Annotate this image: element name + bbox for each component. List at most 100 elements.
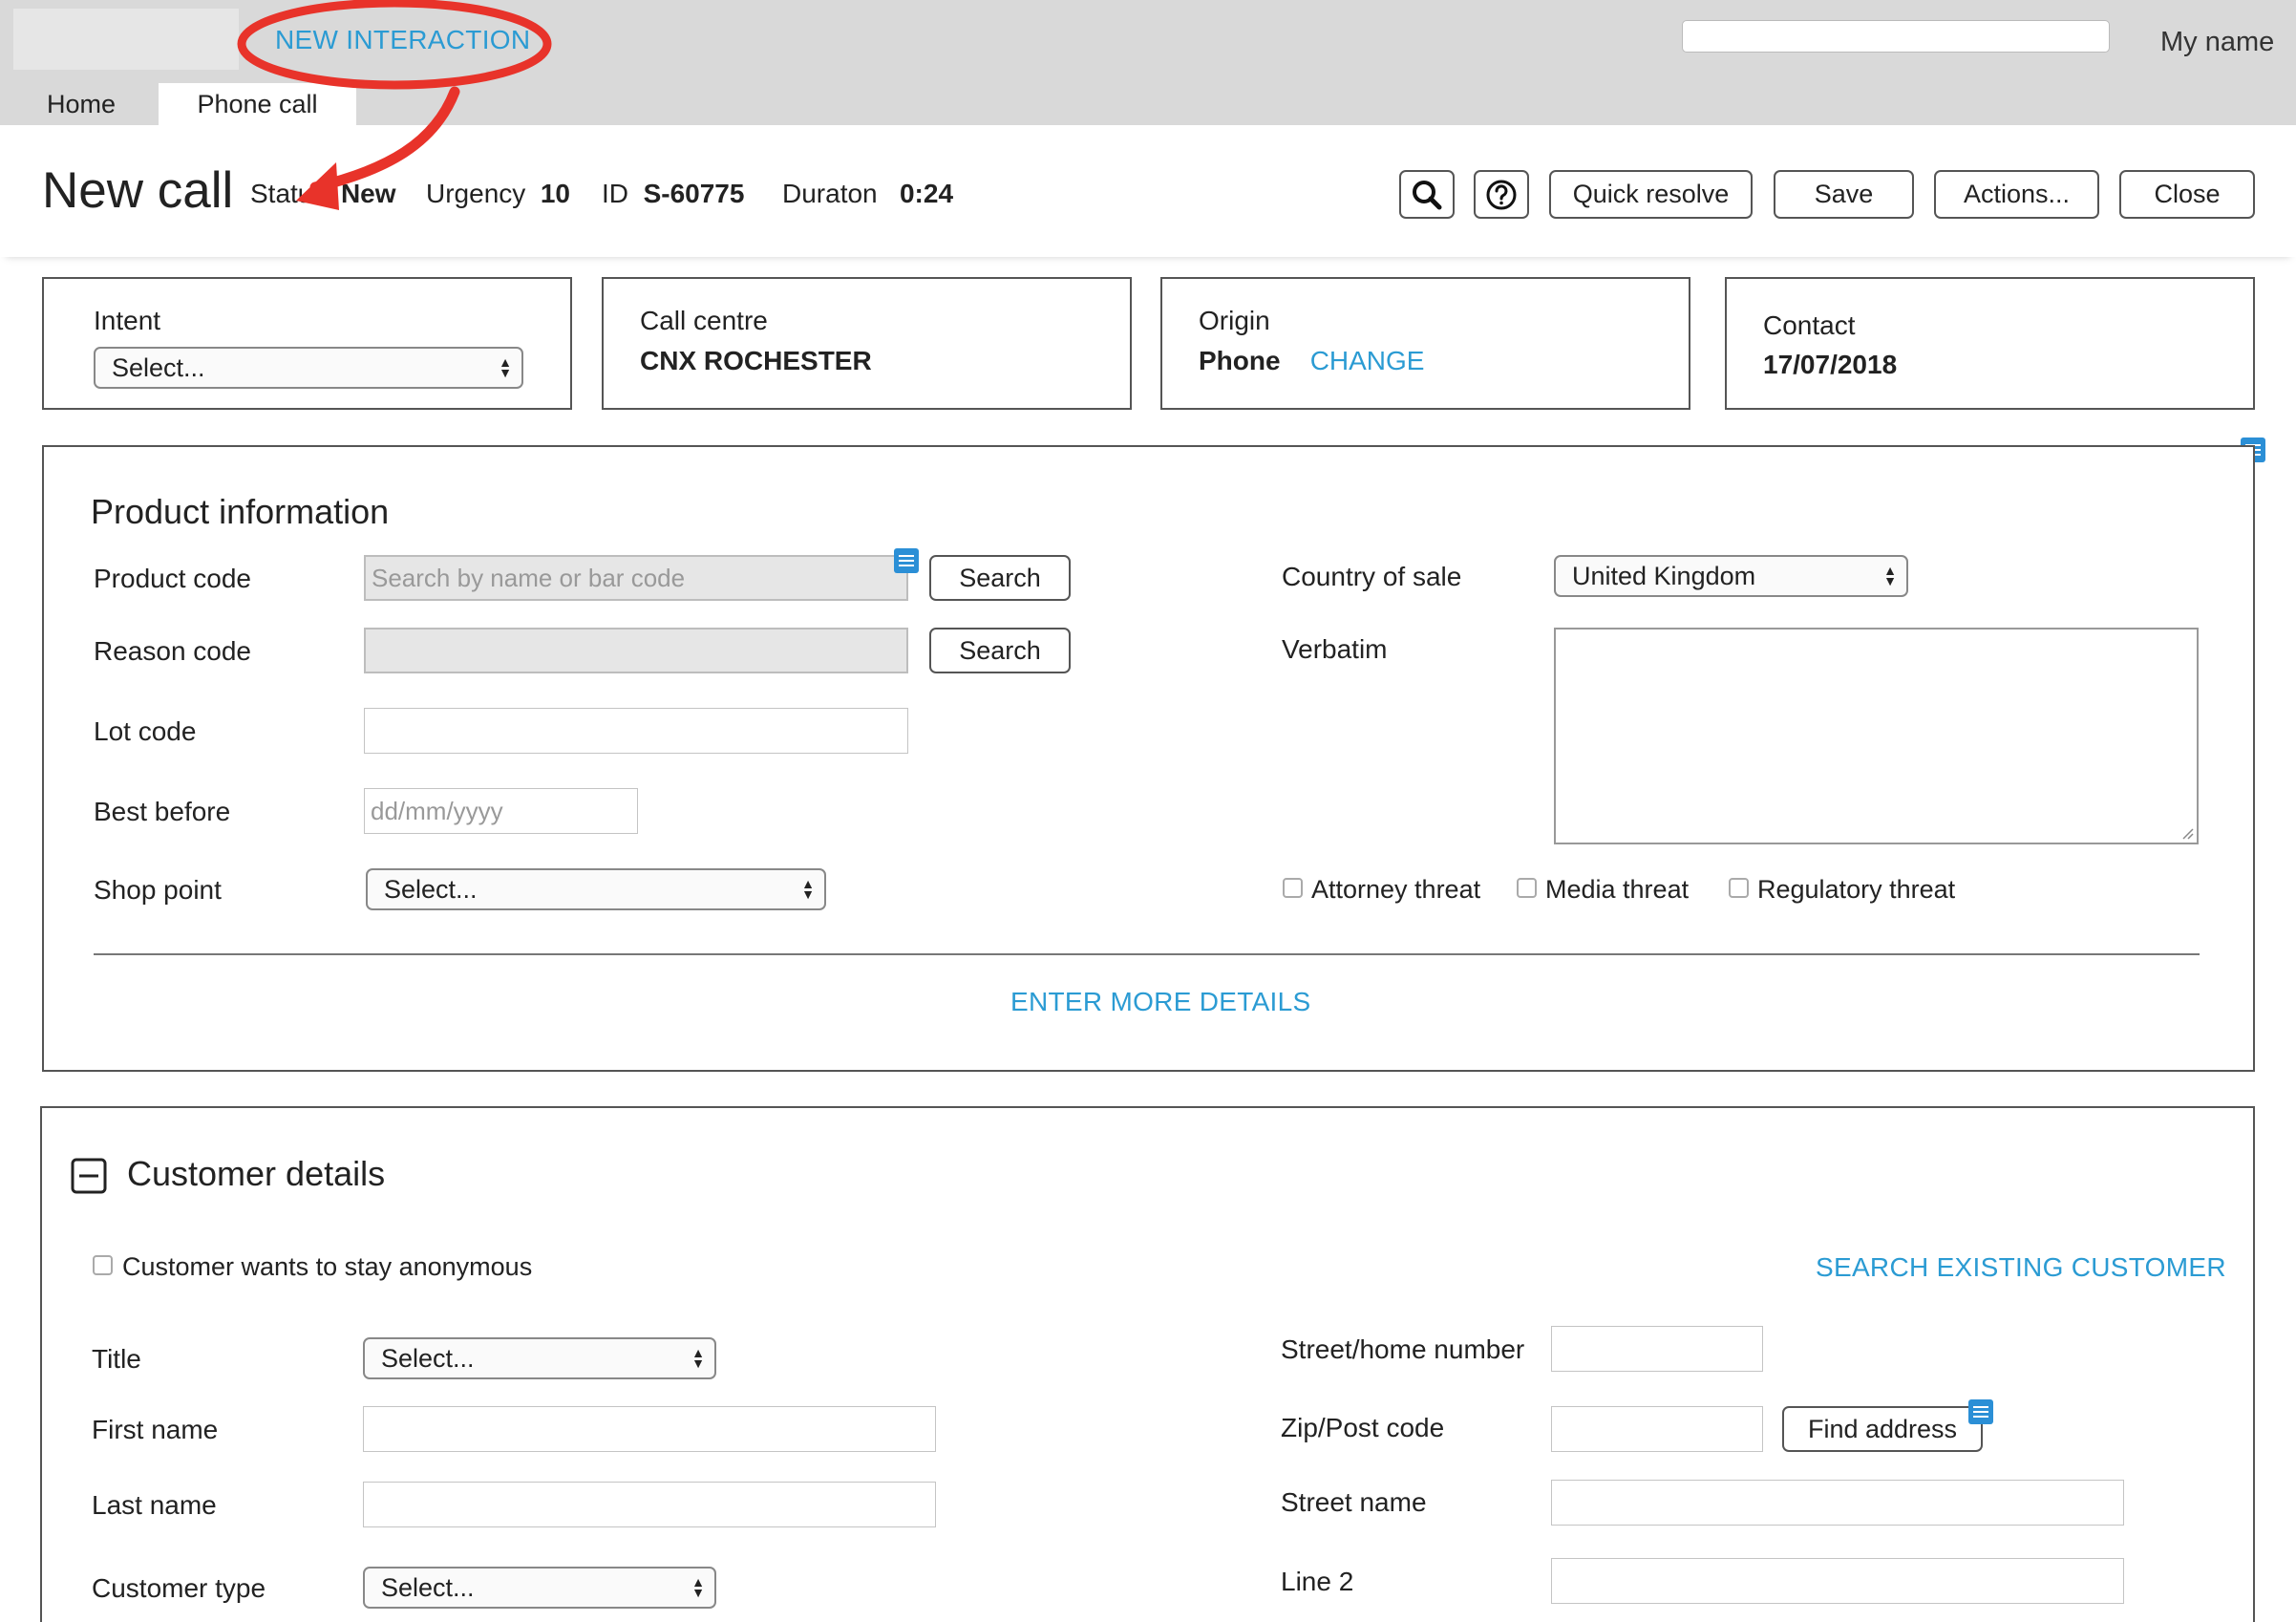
resize-handle-icon[interactable]: [2180, 826, 2194, 840]
contact-label: Contact: [1763, 310, 1856, 340]
customer-type-select-value: Select...: [381, 1572, 475, 1602]
duration-value: 0:24: [899, 179, 954, 208]
customer-details-panel: Customer details Customer wants to stay …: [40, 1106, 2255, 1622]
select-arrows-icon: ▲ ▼: [1883, 563, 1897, 588]
zip-code-input[interactable]: [1551, 1406, 1763, 1452]
page-title: New call: [42, 162, 234, 219]
new-interaction-link[interactable]: NEW INTERACTION: [275, 25, 530, 55]
media-threat-label: Media threat: [1545, 875, 1690, 904]
line-2-input[interactable]: [1551, 1558, 2124, 1604]
status-value: New: [340, 179, 396, 208]
regulatory-threat-checkbox[interactable]: [1729, 878, 1749, 898]
title-label: Title: [92, 1344, 141, 1374]
origin-value: Phone: [1199, 346, 1281, 375]
lot-code-label: Lot code: [94, 716, 197, 746]
find-address-button[interactable]: Find address: [1782, 1406, 1983, 1452]
verbatim-textarea[interactable]: [1554, 628, 2199, 844]
country-of-sale-label: Country of sale: [1282, 562, 1462, 591]
tab-phone-call[interactable]: Phone call: [159, 83, 356, 125]
product-information-panel: Product information Product code Search …: [42, 445, 2255, 1072]
select-arrows-icon: ▲ ▼: [691, 1574, 705, 1600]
help-icon: [1486, 180, 1517, 209]
last-name-label: Last name: [92, 1490, 217, 1520]
product-section-title: Product information: [91, 492, 390, 531]
status-label: Status: [250, 179, 327, 208]
shop-point-label: Shop point: [94, 875, 222, 905]
shop-point-select[interactable]: Select... ▲ ▼: [366, 868, 826, 910]
line-2-label: Line 2: [1281, 1567, 1354, 1596]
global-search-input[interactable]: [1682, 20, 2110, 53]
note-icon[interactable]: [894, 548, 919, 573]
duration-label: Duraton: [782, 179, 878, 208]
call-centre-card: Call centre CNX ROCHESTER: [602, 277, 1132, 410]
first-name-input[interactable]: [363, 1406, 936, 1452]
save-button[interactable]: Save: [1774, 170, 1914, 219]
contact-date: 17/07/2018: [1763, 350, 1898, 379]
last-name-input[interactable]: [363, 1482, 936, 1527]
best-before-input[interactable]: dd/mm/yyyy: [364, 788, 638, 834]
urgency-field: Urgency 10: [426, 179, 570, 209]
call-centre-label: Call centre: [640, 306, 768, 335]
select-arrows-icon: ▲ ▼: [691, 1345, 705, 1371]
reason-search-button[interactable]: Search: [929, 628, 1071, 673]
lot-code-input[interactable]: [364, 708, 908, 754]
quick-resolve-button[interactable]: Quick resolve: [1549, 170, 1753, 219]
intent-card: Intent Select... ▲ ▼: [42, 277, 572, 410]
urgency-value: 10: [540, 179, 570, 208]
select-arrows-icon: ▲ ▼: [499, 354, 512, 380]
product-search-button[interactable]: Search: [929, 555, 1071, 601]
user-name[interactable]: My name: [2160, 27, 2274, 58]
help-button[interactable]: [1474, 170, 1529, 219]
urgency-label: Urgency: [426, 179, 526, 208]
first-name-label: First name: [92, 1415, 219, 1444]
tab-home[interactable]: Home: [0, 83, 162, 125]
origin-value-row: Phone CHANGE: [1199, 346, 1424, 376]
id-value: S-60775: [643, 179, 745, 208]
media-threat-checkbox[interactable]: [1517, 878, 1537, 898]
anonymous-checkbox[interactable]: [93, 1255, 113, 1275]
country-of-sale-select[interactable]: United Kingdom ▲ ▼: [1554, 555, 1908, 597]
section-divider: [94, 953, 2200, 955]
enter-more-details-link[interactable]: ENTER MORE DETAILS: [1010, 987, 1310, 1017]
attorney-threat-checkbox[interactable]: [1283, 878, 1303, 898]
origin-card: Origin Phone CHANGE: [1160, 277, 1690, 410]
regulatory-threat-label: Regulatory threat: [1757, 875, 1956, 904]
verbatim-label: Verbatim: [1282, 634, 1388, 664]
actions-button[interactable]: Actions...: [1934, 170, 2099, 219]
best-before-label: Best before: [94, 797, 231, 826]
customer-type-select[interactable]: Select... ▲ ▼: [363, 1567, 716, 1609]
id-field: ID S-60775: [602, 179, 744, 209]
origin-label: Origin: [1199, 306, 1270, 335]
customer-type-label: Customer type: [92, 1573, 266, 1603]
reason-code-input[interactable]: [364, 628, 908, 673]
duration-field: Duraton 0:24: [782, 179, 953, 209]
customer-section-title: Customer details: [127, 1154, 386, 1193]
origin-change-link[interactable]: CHANGE: [1310, 346, 1425, 375]
reason-code-label: Reason code: [94, 636, 252, 666]
street-name-input[interactable]: [1551, 1480, 2124, 1526]
status-field: Status New: [250, 179, 396, 209]
search-button[interactable]: [1399, 170, 1455, 219]
search-existing-customer-link[interactable]: SEARCH EXISTING CUSTOMER: [1816, 1252, 2226, 1283]
logo-placeholder: [13, 9, 239, 70]
note-icon[interactable]: [1968, 1399, 1993, 1424]
top-bar: NEW INTERACTION My name Home Phone call: [0, 0, 2296, 125]
call-centre-value: CNX ROCHESTER: [640, 346, 872, 375]
intent-label: Intent: [94, 306, 161, 335]
contact-card: Contact 17/07/2018: [1725, 277, 2255, 410]
street-name-label: Street name: [1281, 1487, 1427, 1517]
intent-select[interactable]: Select... ▲ ▼: [94, 347, 523, 389]
select-arrows-icon: ▲ ▼: [801, 876, 815, 902]
product-code-input[interactable]: Search by name or bar code: [364, 555, 908, 601]
page-header: New call Status New Urgency 10 ID S-6077…: [0, 125, 2296, 257]
close-button[interactable]: Close: [2119, 170, 2255, 219]
anonymous-label: Customer wants to stay anonymous: [122, 1252, 533, 1281]
street-home-number-input[interactable]: [1551, 1326, 1763, 1372]
product-code-label: Product code: [94, 564, 251, 593]
shop-point-select-value: Select...: [384, 874, 478, 904]
title-select[interactable]: Select... ▲ ▼: [363, 1337, 716, 1379]
attorney-threat-label: Attorney threat: [1311, 875, 1481, 904]
collapse-icon[interactable]: [71, 1158, 107, 1194]
street-home-number-label: Street/home number: [1281, 1334, 1525, 1364]
country-select-value: United Kingdom: [1572, 561, 1756, 590]
